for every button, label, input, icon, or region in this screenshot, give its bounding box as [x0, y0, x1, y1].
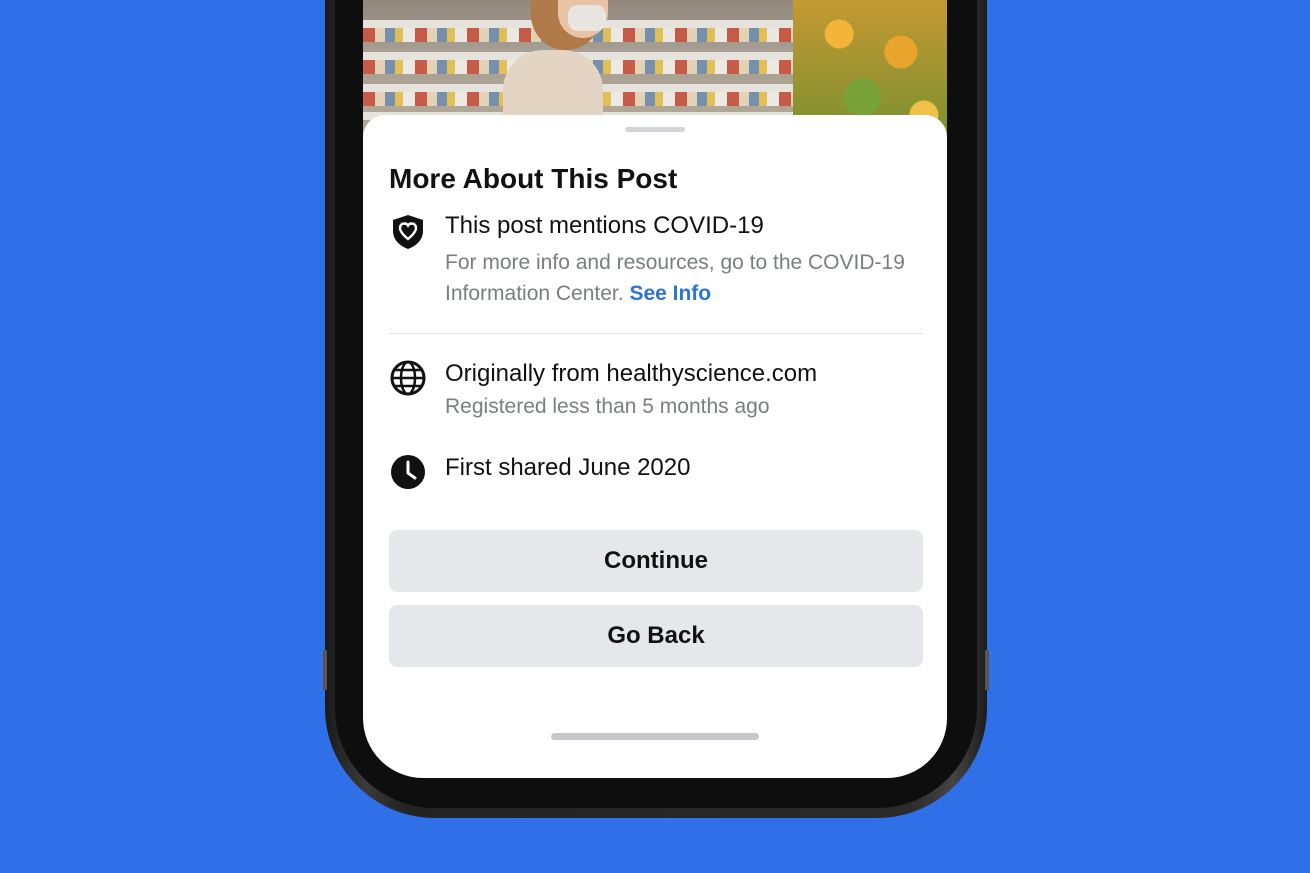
sheet-title: More About This Post	[389, 163, 678, 194]
continue-button[interactable]: Continue	[389, 530, 923, 592]
first-shared-text: First shared June 2020	[445, 453, 923, 483]
see-info-link[interactable]: See Info	[629, 282, 711, 305]
covid-info-text: This post mentions COVID-19 For more inf…	[445, 211, 923, 309]
source-subtitle: Registered less than 5 months ago	[445, 395, 770, 418]
face-mask	[568, 5, 606, 31]
source-text: Originally from healthyscience.com Regis…	[445, 359, 923, 422]
covid-info-subtitle: For more info and resources, go to the C…	[445, 247, 923, 309]
heart-shield-icon	[393, 215, 423, 249]
phone-side-button-left	[323, 650, 327, 690]
first-shared-row: First shared June 2020	[389, 453, 923, 493]
sheet-grabber[interactable]	[625, 127, 685, 132]
clock-icon	[391, 455, 425, 489]
phone-screen: More About This Post This post mentions …	[363, 0, 947, 778]
home-indicator[interactable]	[551, 733, 759, 740]
source-title: Originally from healthyscience.com	[445, 360, 818, 387]
covid-info-row: This post mentions COVID-19 For more inf…	[389, 211, 923, 311]
globe-icon	[390, 360, 426, 396]
section-divider	[389, 333, 923, 334]
source-row: Originally from healthyscience.com Regis…	[389, 359, 923, 429]
go-back-button[interactable]: Go Back	[389, 605, 923, 667]
phone-side-button-right	[985, 650, 989, 690]
first-shared-title: First shared June 2020	[445, 454, 691, 481]
covid-info-title: This post mentions COVID-19	[445, 212, 764, 239]
more-about-post-sheet: More About This Post This post mentions …	[363, 115, 947, 778]
